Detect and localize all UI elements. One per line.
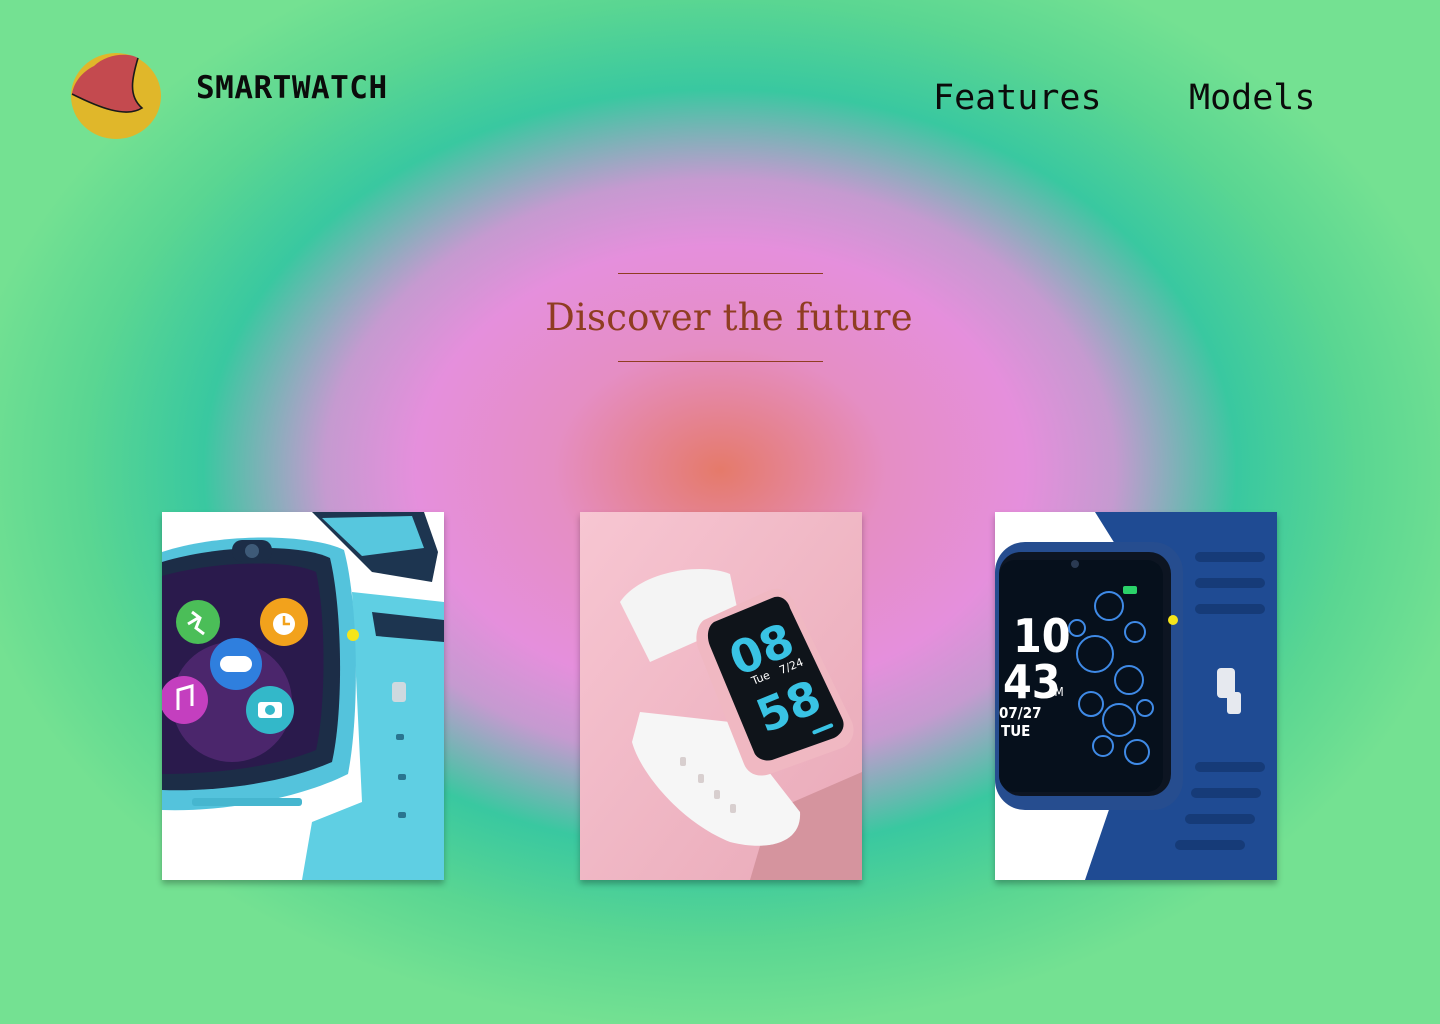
svg-text:AM: AM bbox=[1047, 685, 1064, 699]
hero-title: Discover the future bbox=[545, 296, 913, 339]
product-card-navy-square-watch[interactable]: 10 43 AM 07/27 TUE bbox=[995, 512, 1277, 880]
hero-top-divider bbox=[618, 273, 823, 274]
svg-text:43: 43 bbox=[1003, 655, 1061, 709]
half-moon-logo-icon[interactable] bbox=[70, 52, 162, 140]
nav-features-link[interactable]: Features bbox=[933, 78, 1102, 118]
product-card-blue-kids-watch[interactable] bbox=[162, 512, 444, 880]
white-pink-smartwatch-image: 08 58 Tue 7/24 bbox=[580, 512, 862, 880]
navy-square-smartwatch-image: 10 43 AM 07/27 TUE bbox=[995, 512, 1277, 880]
product-card-white-pink-watch[interactable]: 08 58 Tue 7/24 bbox=[580, 512, 862, 880]
nav-models-link[interactable]: Models bbox=[1189, 78, 1315, 118]
blue-kids-smartwatch-image bbox=[162, 512, 444, 880]
svg-text:07/27: 07/27 bbox=[999, 704, 1042, 722]
brand-name: SMARTWATCH bbox=[196, 70, 388, 106]
svg-text:TUE: TUE bbox=[1001, 722, 1030, 740]
hero-bottom-divider bbox=[618, 361, 823, 362]
music-app-icon bbox=[162, 676, 208, 724]
